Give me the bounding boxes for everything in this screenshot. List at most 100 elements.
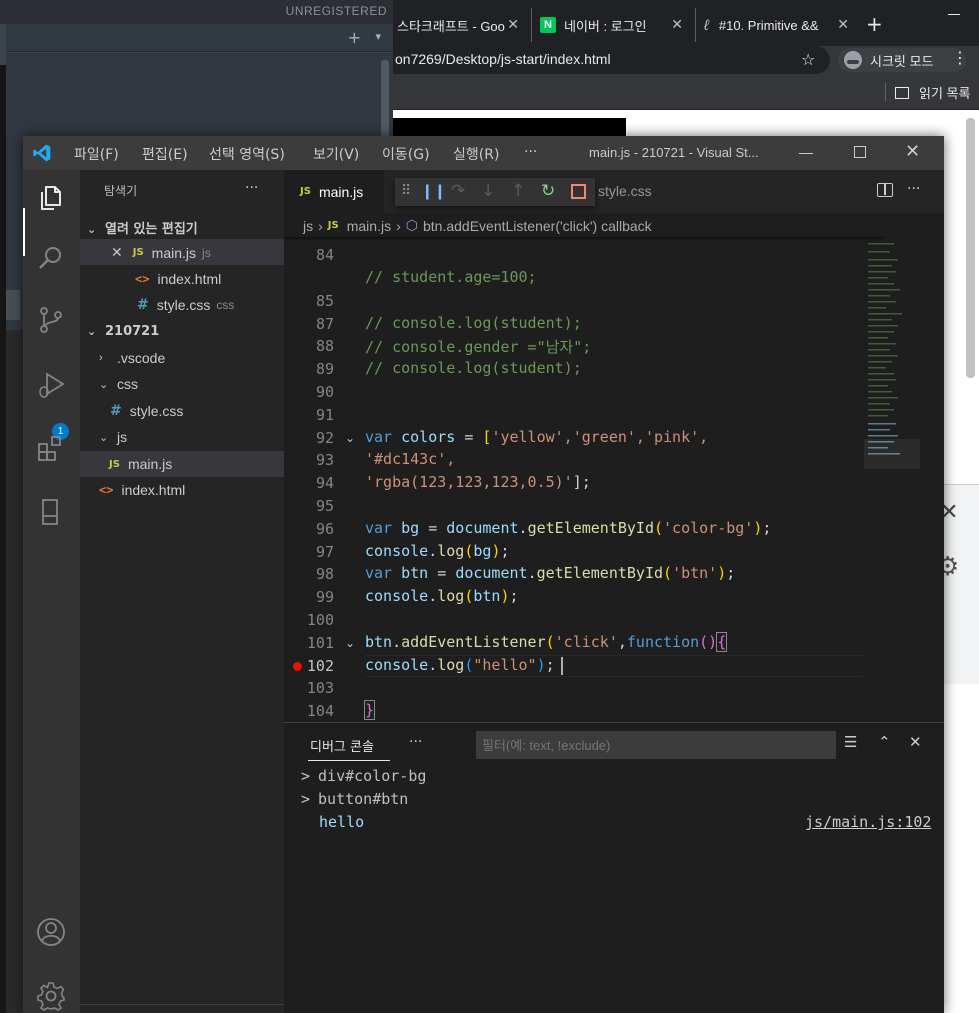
tree-folder-js[interactable]: ⌄ js: [99, 429, 127, 445]
close-icon[interactable]: ✕: [909, 733, 922, 751]
console-entry[interactable]: > button#btn: [301, 790, 408, 808]
fold-chevron-icon[interactable]: ⌄: [345, 636, 355, 650]
clear-console-icon[interactable]: ☰: [844, 733, 857, 751]
code-line[interactable]: var colors = ['yellow','green','pink',: [365, 428, 708, 446]
menu-file[interactable]: 파일(F): [74, 144, 119, 164]
gear-icon[interactable]: [35, 980, 67, 1012]
breadcrumb-file[interactable]: main.js: [347, 218, 391, 234]
minimize-icon[interactable]: [799, 153, 813, 154]
menu-go[interactable]: 이동(G): [382, 144, 430, 164]
breadcrumb-symbol[interactable]: btn.addEventListener('click') callback: [423, 218, 652, 234]
tree-file-main-js[interactable]: JS main.js: [109, 456, 172, 472]
identifier: document: [455, 564, 528, 582]
code-line-current[interactable]: console.log("hello");: [365, 656, 555, 674]
chrome-tab-naver[interactable]: N 네이버 : 로그인 ✕: [531, 8, 689, 42]
code-line[interactable]: }: [363, 700, 376, 720]
bracket: }: [363, 700, 376, 720]
plus-icon[interactable]: +: [348, 28, 361, 47]
code-line[interactable]: 'rgba(123,123,123,0.5)'];: [365, 473, 591, 491]
code-line[interactable]: console.log(btn);: [365, 587, 519, 605]
code-line[interactable]: // console.log(student);: [365, 314, 582, 332]
step-over-icon[interactable]: ↷: [451, 181, 465, 201]
maximize-icon[interactable]: [854, 146, 866, 158]
open-editor-main-js[interactable]: ✕ JS main.js js: [111, 244, 211, 261]
code-line[interactable]: '#dc143c',: [365, 450, 455, 468]
close-icon[interactable]: ✕: [507, 16, 519, 33]
tab-style-css[interactable]: style.css: [598, 170, 652, 199]
breadcrumb-folder[interactable]: js: [303, 218, 313, 234]
step-into-icon[interactable]: ↓: [481, 181, 495, 201]
panel-more-button[interactable]: ···: [409, 734, 422, 750]
address-bar[interactable]: on7269/Desktop/js-start/index.html: [393, 46, 830, 74]
bracket: (: [654, 519, 664, 537]
open-editor-style-css[interactable]: # style.css css: [137, 297, 234, 313]
run-debug-icon[interactable]: [35, 370, 67, 402]
tab-main-js[interactable]: JS main.js: [284, 170, 384, 213]
editor-more-button[interactable]: ···: [907, 181, 920, 197]
close-icon[interactable]: ✕: [837, 16, 849, 33]
kebab-menu-icon[interactable]: ⋮: [952, 48, 968, 67]
menu-view[interactable]: 보기(V): [313, 144, 359, 164]
function-name: log: [437, 656, 465, 674]
code-line[interactable]: // console.gender ="남자";: [365, 336, 591, 357]
remote-explorer-icon[interactable]: [35, 496, 67, 528]
open-editor-index-html[interactable]: <> index.html: [135, 271, 221, 287]
close-icon[interactable]: ✕: [905, 141, 920, 162]
tree-folder-css[interactable]: ⌄ css: [99, 376, 138, 392]
chrome-tab-starcraft[interactable]: 스타크래프트 - Goo ✕: [393, 8, 525, 42]
tree-file-index-html[interactable]: <> index.html: [99, 482, 185, 498]
star-icon[interactable]: ☆: [801, 50, 815, 69]
tree-folder-vscode[interactable]: › .vscode: [99, 350, 165, 366]
bracket: {: [716, 632, 728, 652]
explorer-more-button[interactable]: ···: [245, 180, 258, 196]
account-icon[interactable]: [35, 916, 67, 948]
fold-chevron-icon[interactable]: ⌄: [345, 431, 355, 445]
tab-debug-console[interactable]: 디버그 콘솔: [310, 736, 374, 755]
code-line[interactable]: // student.age=100;: [365, 268, 537, 286]
code-line[interactable]: console.log(bg);: [365, 542, 510, 560]
workspace-header[interactable]: ⌄ 210721: [87, 324, 159, 339]
stop-icon[interactable]: [571, 184, 586, 199]
console-entry[interactable]: > div#color-bg: [301, 767, 426, 785]
breakpoint-icon[interactable]: [293, 662, 302, 671]
open-editors-header[interactable]: ⌄ 열려 있는 편집기: [87, 218, 198, 237]
tab-label: main.js: [318, 183, 364, 200]
chrome-tab-primitive[interactable]: ℓ #10. Primitive && ✕: [695, 8, 855, 42]
code-line[interactable]: // console.log(student);: [365, 359, 582, 377]
minimize-icon[interactable]: [948, 14, 960, 15]
code-line[interactable]: var btn = document.getElementById('btn')…: [365, 564, 735, 582]
files-icon[interactable]: [35, 182, 67, 214]
tree-file-style-css[interactable]: # style.css: [110, 403, 183, 419]
menu-edit[interactable]: 편집(E): [142, 144, 188, 164]
close-icon[interactable]: ✕: [111, 244, 123, 261]
menu-run[interactable]: 실행(R): [453, 144, 499, 164]
new-tab-button[interactable]: +: [866, 12, 883, 36]
page-scrollbar[interactable]: [966, 118, 975, 378]
menu-more[interactable]: ···: [524, 144, 537, 160]
code-line[interactable]: var bg = document.getElementById('color-…: [365, 519, 771, 537]
code-line[interactable]: btn.addEventListener('click',function(){: [365, 632, 728, 652]
punctuation: .: [428, 656, 438, 674]
chevron-up-icon[interactable]: ⌃: [878, 733, 891, 751]
html-file-icon: <>: [135, 272, 150, 286]
chevron-down-icon[interactable]: ▾: [375, 30, 381, 43]
extensions-icon[interactable]: [35, 432, 67, 464]
reading-list-icon: [895, 86, 909, 99]
pause-icon[interactable]: ❙❙: [421, 182, 446, 200]
reading-list-button[interactable]: 읽기 목록: [895, 83, 970, 102]
source-control-icon[interactable]: [35, 304, 67, 336]
source-link[interactable]: js/main.js:102: [805, 813, 931, 831]
split-editor-icon[interactable]: [877, 183, 893, 197]
close-icon[interactable]: ✕: [671, 16, 683, 33]
menu-selection[interactable]: 선택 영역(S): [209, 144, 285, 164]
restart-icon[interactable]: ↻: [541, 181, 555, 201]
incognito-button[interactable]: 시크릿 모드: [838, 48, 966, 72]
filter-input[interactable]: [476, 731, 836, 759]
editor-scrollbar[interactable]: [934, 239, 944, 719]
drag-handle-icon[interactable]: ⠿: [401, 183, 411, 199]
search-icon[interactable]: [35, 242, 67, 274]
minimap[interactable]: [864, 239, 934, 719]
step-out-icon[interactable]: ↑: [511, 181, 525, 201]
tab-title: 스타크래프트 - Goo: [397, 18, 505, 34]
workspace-label: 210721: [105, 324, 160, 339]
